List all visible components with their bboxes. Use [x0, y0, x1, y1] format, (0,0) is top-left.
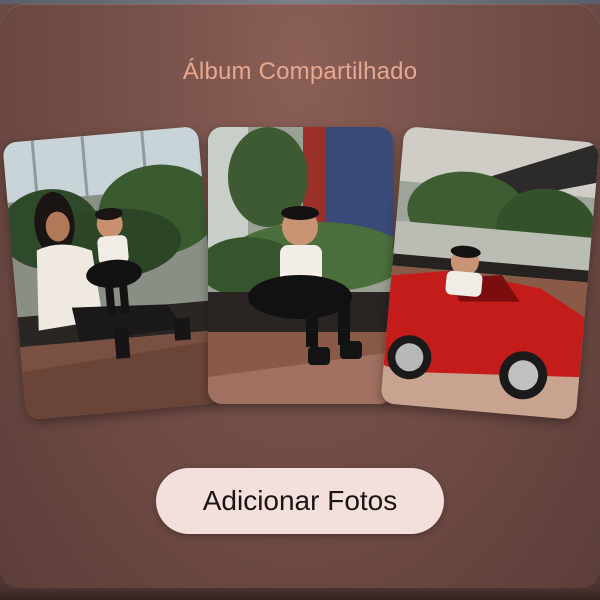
bottom-edge [0, 588, 600, 600]
photo-baby-in-red-car-image [380, 125, 600, 421]
photo-baby-in-red-car[interactable] [380, 125, 600, 421]
photo-baby-on-planter-image [208, 127, 393, 404]
add-photos-button[interactable]: Adicionar Fotos [156, 468, 444, 534]
screen: Álbum Compartilhado Adicionar Fotos [0, 0, 600, 600]
album-title: Álbum Compartilhado [182, 58, 418, 85]
photo-mother-and-baby-image [2, 125, 222, 421]
shared-album-card: Álbum Compartilhado Adicionar Fotos [0, 4, 600, 588]
photo-stack [0, 119, 600, 429]
photo-baby-on-planter[interactable] [208, 127, 393, 404]
photo-mother-and-baby[interactable] [2, 125, 222, 421]
